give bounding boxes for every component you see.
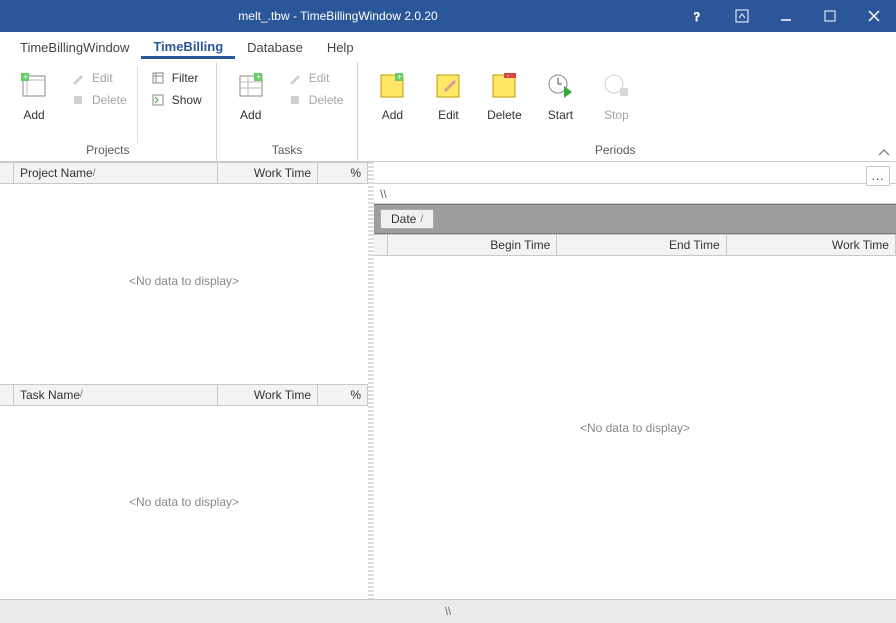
menu-bar: TimeBillingWindow TimeBilling Database H… <box>0 32 896 62</box>
projects-col-worktime[interactable]: Work Time <box>218 163 318 183</box>
ribbon-group-projects: + Add Edit Delete Filter <box>0 62 217 161</box>
periods-nodata: <No data to display> <box>374 256 896 599</box>
menu-timebillingwindow[interactable]: TimeBillingWindow <box>8 36 141 59</box>
svg-text:+: + <box>23 72 28 82</box>
delete-icon <box>287 92 303 108</box>
projects-nodata: <No data to display> <box>0 184 368 378</box>
menu-timebilling[interactable]: TimeBilling <box>141 35 235 59</box>
tasks-edit-button[interactable]: Edit <box>281 68 350 88</box>
ribbon-toggle-button[interactable] <box>720 0 764 32</box>
window-title: melt_.tbw - TimeBillingWindow 2.0.20 <box>0 9 676 23</box>
periods-path: \\ <box>374 184 896 204</box>
periods-group-date[interactable]: Date/ <box>380 209 434 229</box>
svg-text:+: + <box>397 72 402 82</box>
grid-corner <box>0 385 14 405</box>
projects-col-percent[interactable]: % <box>318 163 368 183</box>
projects-filter-button[interactable]: Filter <box>144 68 208 88</box>
button-label: Delete <box>487 108 522 122</box>
ribbon-group-label: Periods <box>366 143 864 157</box>
filter-icon <box>150 70 166 86</box>
periods-col-end[interactable]: End Time <box>557 235 726 255</box>
periods-grid-body: <No data to display> <box>374 256 896 599</box>
status-text: \\ <box>445 606 451 618</box>
periods-col-worktime[interactable]: Work Time <box>727 235 896 255</box>
group-label: Date <box>391 212 416 226</box>
svg-text:+: + <box>256 72 261 82</box>
content-area: Project Name Work Time % <No data to dis… <box>0 162 896 599</box>
ribbon-group-periods: + Add Edit - Delete Start Stop Periods <box>358 62 872 161</box>
title-bar: melt_.tbw - TimeBillingWindow 2.0.20 ? <box>0 0 896 32</box>
button-label: Add <box>240 108 261 122</box>
projects-delete-button[interactable]: Delete <box>64 90 133 110</box>
delete-icon <box>70 92 86 108</box>
maximize-button[interactable] <box>808 0 852 32</box>
close-button[interactable] <box>852 0 896 32</box>
tasks-col-worktime[interactable]: Work Time <box>218 385 318 405</box>
ribbon: + Add Edit Delete Filter <box>0 62 896 162</box>
projects-show-button[interactable]: Show <box>144 90 208 110</box>
tasks-grid-header: Task Name Work Time % <box>0 384 368 406</box>
show-icon <box>150 92 166 108</box>
ribbon-group-tasks: + Add Edit Delete Tasks <box>217 62 359 161</box>
periods-group-row: Date/ <box>374 204 896 234</box>
add-task-icon: + <box>235 70 267 102</box>
projects-edit-button[interactable]: Edit <box>64 68 133 88</box>
add-period-icon: + <box>376 70 408 102</box>
edit-period-icon <box>432 70 464 102</box>
edit-icon <box>287 70 303 86</box>
menu-database[interactable]: Database <box>235 36 315 59</box>
button-label: Show <box>172 93 202 107</box>
minimize-button[interactable] <box>764 0 808 32</box>
left-pane: Project Name Work Time % <No data to dis… <box>0 162 368 599</box>
periods-menu-button[interactable]: ... <box>866 166 890 186</box>
chevron-up-icon <box>878 149 890 157</box>
tasks-nodata: <No data to display> <box>0 406 368 600</box>
tasks-delete-button[interactable]: Delete <box>281 90 350 110</box>
ribbon-collapse-button[interactable] <box>872 62 896 161</box>
ribbon-group-label: Projects <box>8 143 208 157</box>
grid-corner <box>0 163 14 183</box>
periods-start-button[interactable]: Start <box>534 66 586 143</box>
projects-col-name[interactable]: Project Name <box>14 163 218 183</box>
start-icon <box>544 70 576 102</box>
button-label: Filter <box>172 71 199 85</box>
button-label: Edit <box>438 108 459 122</box>
periods-edit-button[interactable]: Edit <box>422 66 474 143</box>
tasks-col-percent[interactable]: % <box>318 385 368 405</box>
tasks-grid-body: <No data to display> <box>0 406 368 600</box>
periods-stop-button[interactable]: Stop <box>590 66 642 143</box>
svg-text:?: ? <box>694 9 700 23</box>
periods-add-button[interactable]: + Add <box>366 66 418 143</box>
button-label: Edit <box>92 71 113 85</box>
periods-col-begin[interactable]: Begin Time <box>388 235 557 255</box>
help-button[interactable]: ? <box>676 0 720 32</box>
periods-delete-button[interactable]: - Delete <box>478 66 530 143</box>
tasks-add-button[interactable]: + Add <box>225 66 277 143</box>
projects-grid-body: <No data to display> <box>0 184 368 378</box>
menu-help[interactable]: Help <box>315 36 366 59</box>
button-label: Add <box>23 108 44 122</box>
edit-icon <box>70 70 86 86</box>
button-label: Stop <box>604 108 629 122</box>
periods-grid-header: Begin Time End Time Work Time <box>374 234 896 256</box>
delete-period-icon: - <box>488 70 520 102</box>
projects-add-button[interactable]: + Add <box>8 66 60 143</box>
button-label: Add <box>382 108 403 122</box>
add-project-icon: + <box>18 70 50 102</box>
grid-corner <box>374 235 388 255</box>
stop-icon <box>600 70 632 102</box>
projects-grid-header: Project Name Work Time % <box>0 162 368 184</box>
button-label: Start <box>548 108 573 122</box>
status-bar: \\ <box>0 599 896 623</box>
button-label: Delete <box>309 93 344 107</box>
button-label: Edit <box>309 71 330 85</box>
ribbon-group-label: Tasks <box>225 143 350 157</box>
tasks-col-name[interactable]: Task Name <box>14 385 218 405</box>
window-controls: ? <box>676 0 896 32</box>
right-pane: ... \\ Date/ Begin Time End Time Work Ti… <box>374 162 896 599</box>
button-label: Delete <box>92 93 127 107</box>
